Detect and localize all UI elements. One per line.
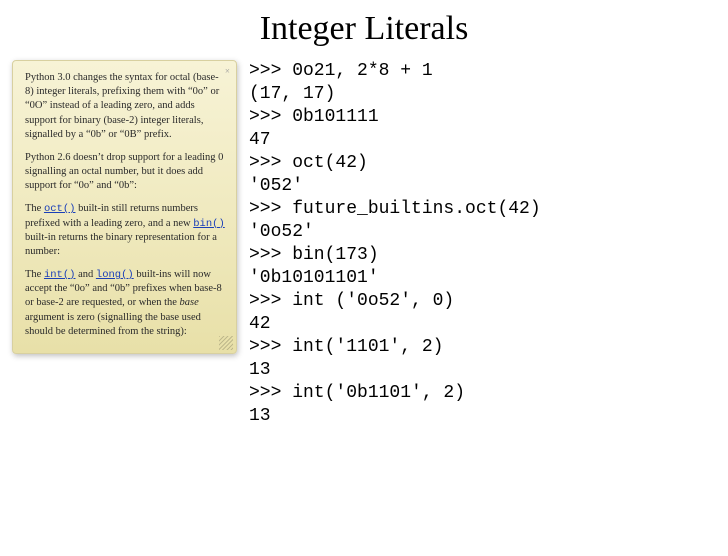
note-paragraph-4: The int() and long() built-ins will now … xyxy=(25,268,226,339)
text: The xyxy=(25,203,44,214)
int-fn-link[interactable]: int() xyxy=(44,269,76,281)
text: argument is zero (signalling the base us… xyxy=(25,312,201,337)
code-block: >>> 0o21, 2*8 + 1 (17, 17) >>> 0b101111 … xyxy=(237,60,716,429)
note-paragraph-3: The oct() built-in still returns numbers… xyxy=(25,202,226,259)
page-title: Integer Literals xyxy=(0,10,728,48)
base-emphasis: base xyxy=(180,297,199,308)
bin-fn-link[interactable]: bin() xyxy=(193,218,225,230)
oct-fn-link[interactable]: oct() xyxy=(44,203,76,215)
note-close-icon: × xyxy=(225,65,230,77)
content-area: × Python 3.0 changes the syntax for octa… xyxy=(0,60,728,429)
long-fn-link[interactable]: long() xyxy=(96,269,134,281)
sticky-note: × Python 3.0 changes the syntax for octa… xyxy=(12,60,237,354)
note-paragraph-2: Python 2.6 doesn’t drop support for a le… xyxy=(25,151,226,194)
text: and xyxy=(75,269,95,280)
text: The xyxy=(25,269,44,280)
text: built-in returns the binary representati… xyxy=(25,232,217,257)
note-paragraph-1: Python 3.0 changes the syntax for octal … xyxy=(25,71,226,142)
